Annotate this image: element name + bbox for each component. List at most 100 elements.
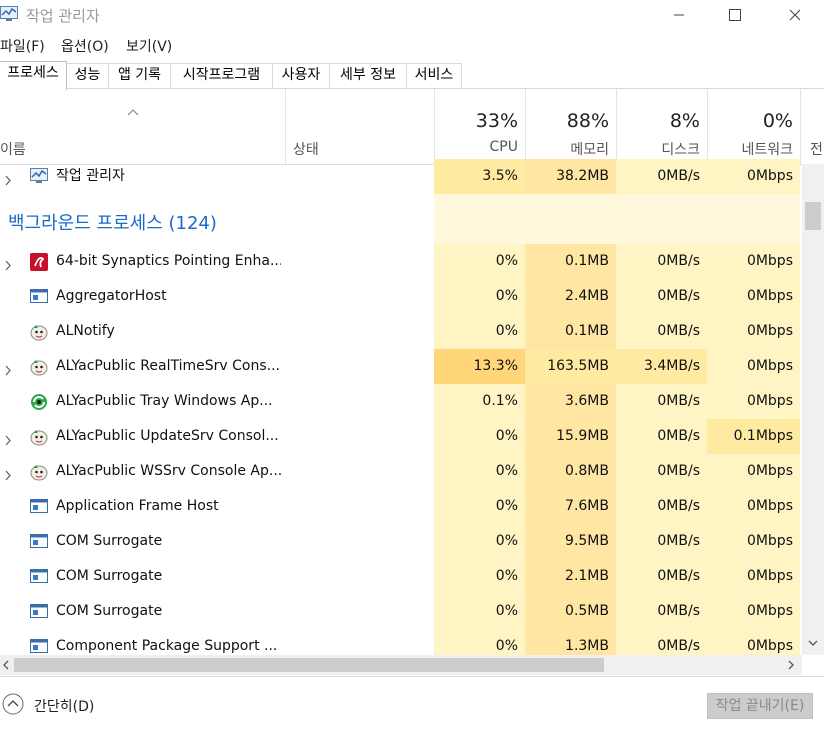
expand-chevron-icon[interactable]: [4, 361, 12, 380]
close-button[interactable]: [770, 0, 820, 30]
process-memory: 0.8MB: [525, 454, 616, 489]
tab-performance[interactable]: 성능: [66, 63, 109, 88]
process-row[interactable]: ALNotify 0% 0.1MB 0MB/s 0Mbps: [0, 314, 800, 349]
process-name: ALNotify: [56, 323, 115, 339]
column-cpu[interactable]: 33% CPU: [434, 88, 526, 164]
process-disk: 0MB/s: [616, 314, 707, 349]
tab-users[interactable]: 사용자: [272, 63, 330, 88]
column-power[interactable]: 전: [800, 88, 824, 164]
process-list: 작업 관리자 3.5% 38.2MB 0MB/s 0Mbps 백그라운드 프로세스 (12…: [0, 159, 824, 655]
network-total: 0%: [762, 110, 793, 132]
close-icon: [789, 9, 801, 21]
expand-chevron-icon[interactable]: [4, 466, 12, 485]
alyac-icon: [30, 428, 48, 446]
process-network: 0Mbps: [707, 594, 800, 629]
alyac-icon: [30, 323, 48, 341]
window-title: 작업 관리자: [26, 7, 100, 25]
process-name: Component Package Support ...: [56, 638, 278, 654]
process-memory: 0.1MB: [525, 244, 616, 279]
scroll-left-icon[interactable]: [2, 660, 9, 670]
process-network: 0Mbps: [707, 244, 800, 279]
column-status: 상태: [293, 142, 319, 158]
column-memory[interactable]: 88% 메모리: [525, 88, 617, 164]
end-task-button[interactable]: 작업 끝내기(E): [707, 693, 813, 719]
process-cpu: 0%: [434, 454, 525, 489]
collapse-button[interactable]: 간단히(D): [34, 696, 94, 716]
process-memory: 3.6MB: [525, 384, 616, 419]
process-cpu: 0%: [434, 629, 525, 655]
tab-processes[interactable]: 프로세스: [0, 61, 67, 90]
process-disk: 0MB/s: [616, 279, 707, 314]
process-row[interactable]: 작업 관리자 3.5% 38.2MB 0MB/s 0Mbps: [0, 159, 800, 194]
title-bar: 작업 관리자: [0, 0, 824, 30]
process-row[interactable]: Application Frame Host 0% 7.6MB 0MB/s 0Mbps: [0, 489, 800, 524]
cpu-label: CPU: [489, 139, 518, 155]
collapse-chevron-icon[interactable]: [2, 693, 24, 715]
expand-chevron-icon[interactable]: [4, 256, 12, 275]
expand-chevron-icon[interactable]: [4, 431, 12, 450]
menu-options[interactable]: 옵션(O): [61, 36, 109, 56]
horizontal-scrollbar[interactable]: [0, 655, 802, 675]
alyac-tray-icon: [30, 393, 48, 411]
tab-services[interactable]: 서비스: [406, 63, 462, 88]
process-row[interactable]: ALYacPublic WSSrv Console Ap... 0% 0.8MB 0M…: [0, 454, 800, 489]
process-name: Application Frame Host: [56, 498, 219, 514]
process-disk: 0MB/s: [616, 419, 707, 454]
minimize-button[interactable]: [654, 0, 704, 30]
process-name: 64-bit Synaptics Pointing Enha...: [56, 253, 281, 269]
column-disk[interactable]: 8% 디스크: [616, 88, 708, 164]
process-memory: 163.5MB: [525, 349, 616, 384]
minimize-icon: [674, 14, 684, 16]
vertical-scrollbar[interactable]: [802, 164, 824, 655]
process-row[interactable]: COM Surrogate 0% 9.5MB 0MB/s 0Mbps: [0, 524, 800, 559]
process-cpu: 3.5%: [434, 159, 525, 194]
process-memory: 2.1MB: [525, 559, 616, 594]
window-app-icon: [30, 288, 48, 306]
process-cpu: 0%: [434, 489, 525, 524]
process-network: 0.1Mbps: [707, 419, 800, 454]
process-name: ALYacPublic WSSrv Console Ap...: [56, 463, 281, 479]
process-row[interactable]: AggregatorHost 0% 2.4MB 0MB/s 0Mbps: [0, 279, 800, 314]
process-cpu: 0%: [434, 279, 525, 314]
process-network: 0Mbps: [707, 314, 800, 349]
process-row[interactable]: ALYacPublic Tray Windows Ap... 0.1% 3.6MB 0…: [0, 384, 800, 419]
process-row[interactable]: ALYacPublic RealTimeSrv Cons... 13.3% 163.…: [0, 349, 800, 384]
process-row[interactable]: COM Surrogate 0% 0.5MB 0MB/s 0Mbps: [0, 594, 800, 629]
tab-bar: 프로세스 성능 앱 기록 시작프로그램 사용자 세부 정보 서비스: [0, 61, 824, 90]
menu-file[interactable]: 파일(F): [0, 36, 45, 56]
column-network[interactable]: 0% 네트워크: [707, 88, 801, 164]
process-row[interactable]: Component Package Support ... 0% 1.3MB 0MB/…: [0, 629, 800, 655]
synaptics-icon: [30, 253, 48, 271]
expand-chevron-icon[interactable]: [4, 171, 12, 190]
scroll-down-icon[interactable]: [808, 640, 818, 647]
process-disk: 3.4MB/s: [616, 349, 707, 384]
window-app-icon: [30, 533, 48, 551]
tab-details[interactable]: 세부 정보: [329, 63, 407, 88]
disk-total: 8%: [669, 110, 700, 132]
column-name[interactable]: 이름: [0, 139, 26, 159]
process-network: 0Mbps: [707, 489, 800, 524]
process-network: 0Mbps: [707, 454, 800, 489]
process-cpu: 0%: [434, 419, 525, 454]
menu-view[interactable]: 보기(V): [126, 36, 172, 56]
cpu-total: 33%: [475, 110, 518, 132]
vertical-scroll-thumb[interactable]: [805, 202, 821, 230]
process-row[interactable]: ALYacPublic UpdateSrv Consol... 0% 15.9MB 0…: [0, 419, 800, 454]
scroll-right-icon[interactable]: [788, 660, 795, 670]
process-disk: 0MB/s: [616, 629, 707, 655]
process-name: COM Surrogate: [56, 603, 163, 619]
column-status-cell[interactable]: 상태: [285, 88, 434, 164]
tab-startup[interactable]: 시작프로그램: [170, 63, 273, 88]
horizontal-scroll-thumb[interactable]: [14, 658, 604, 672]
process-row[interactable]: 64-bit Synaptics Pointing Enha... 0% 0.1MB…: [0, 244, 800, 279]
process-disk: 0MB/s: [616, 489, 707, 524]
process-disk: 0MB/s: [616, 454, 707, 489]
process-memory: 0.1MB: [525, 314, 616, 349]
tab-app-history[interactable]: 앱 기록: [108, 63, 171, 88]
memory-label: 메모리: [570, 142, 609, 158]
process-disk: 0MB/s: [616, 524, 707, 559]
maximize-button[interactable]: [710, 0, 760, 30]
process-row[interactable]: COM Surrogate 0% 2.1MB 0MB/s 0Mbps: [0, 559, 800, 594]
task-manager-icon: [30, 168, 48, 186]
process-memory: 9.5MB: [525, 524, 616, 559]
